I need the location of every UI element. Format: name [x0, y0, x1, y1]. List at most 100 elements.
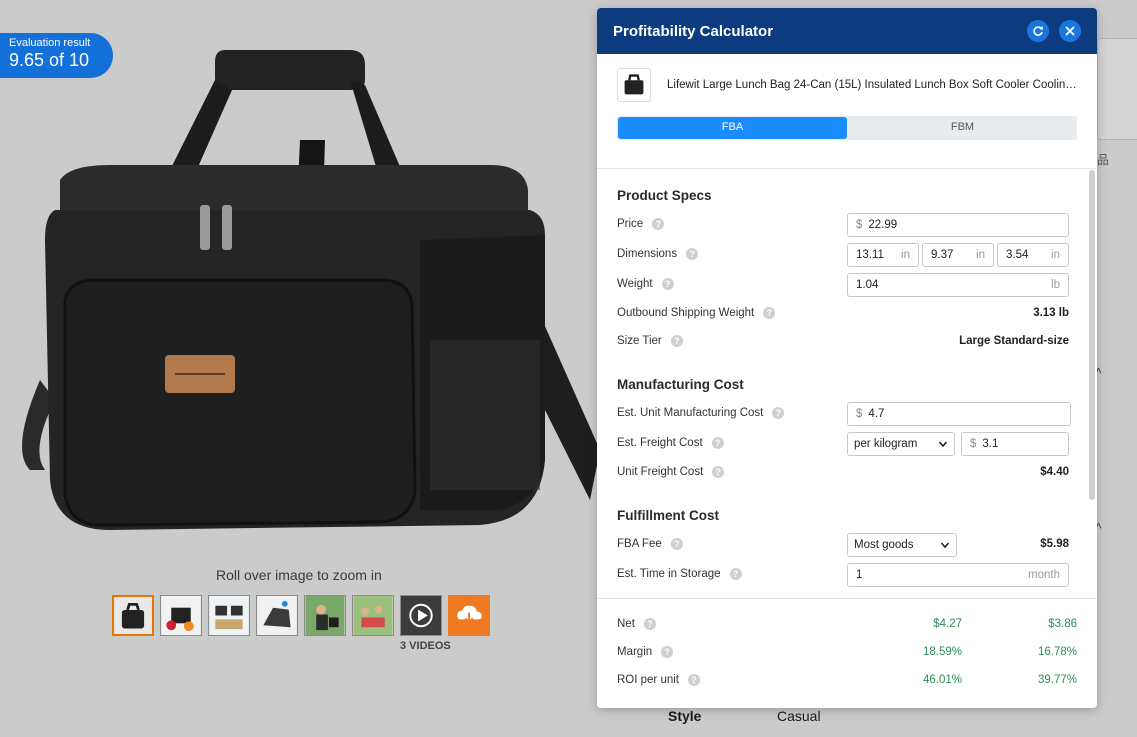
- upload-image-button[interactable]: [448, 595, 490, 636]
- section-title-manufacturing: Manufacturing Cost: [617, 377, 744, 392]
- fba-fee-label: FBA Fee ?: [617, 538, 683, 550]
- fba-fee-select[interactable]: Most goods: [847, 533, 957, 557]
- refresh-button[interactable]: [1027, 20, 1049, 42]
- help-icon[interactable]: ?: [772, 407, 785, 419]
- fba-fee-mode-value: Most goods: [854, 539, 914, 551]
- divider: [597, 168, 1097, 169]
- close-button[interactable]: [1059, 20, 1081, 42]
- outbound-weight-label: Outbound Shipping Weight ?: [617, 307, 776, 319]
- unit-freight-value: $4.40: [1040, 466, 1069, 478]
- margin-fbm-value: 16.78%: [1037, 646, 1077, 658]
- help-icon[interactable]: ?: [688, 674, 700, 686]
- background-side-box: [1097, 38, 1137, 140]
- thumbnail-2[interactable]: [160, 595, 202, 636]
- price-input[interactable]: $ 22.99: [847, 213, 1069, 237]
- calculator-header: Profitability Calculator: [597, 8, 1097, 54]
- storage-time-value: 1: [856, 569, 863, 581]
- net-fba-value: $4.27: [933, 618, 962, 630]
- dimension-height-input[interactable]: 3.54 in: [997, 243, 1069, 267]
- unit-cost-label-text: Est. Unit Manufacturing Cost: [617, 407, 764, 419]
- net-label: Net ?: [617, 618, 656, 630]
- results-summary: Net ? $4.27 $3.86 Margin ? 18.59% 16.78%…: [597, 598, 1097, 708]
- help-icon[interactable]: ?: [670, 538, 683, 550]
- storage-time-input[interactable]: 1 month: [847, 563, 1069, 587]
- product-main-image[interactable]: [0, 30, 600, 560]
- help-icon[interactable]: ?: [729, 568, 742, 580]
- thumbnail-5[interactable]: [304, 595, 346, 636]
- style-attribute-key: Style: [668, 708, 702, 724]
- currency-prefix: $: [856, 219, 863, 231]
- storage-time-label: Est. Time in Storage ?: [617, 568, 742, 580]
- tab-fbm[interactable]: FBM: [848, 116, 1077, 140]
- weight-unit: lb: [1051, 279, 1060, 291]
- freight-cost-input[interactable]: $ 3.1: [961, 432, 1069, 456]
- unit-cost-value: 4.7: [868, 408, 885, 420]
- section-title-product-specs: Product Specs: [617, 188, 712, 203]
- size-tier-value: Large Standard-size: [959, 335, 1069, 347]
- fulfillment-mode-tabs: FBA FBM: [617, 116, 1077, 140]
- refresh-icon: [1033, 26, 1043, 36]
- chevron-down-icon: [940, 542, 950, 549]
- section-title-fulfillment: Fulfillment Cost: [617, 508, 719, 523]
- storage-time-unit: month: [1028, 569, 1060, 581]
- help-icon[interactable]: ?: [670, 335, 683, 347]
- help-icon[interactable]: ?: [711, 437, 724, 449]
- dimensions-label: Dimensions ?: [617, 248, 699, 260]
- chevron-down-icon: [938, 441, 948, 448]
- help-icon[interactable]: ?: [652, 218, 665, 230]
- product-name: Lifewit Large Lunch Bag 24-Can (15L) Ins…: [667, 79, 1077, 91]
- zoom-hint: Roll over image to zoom in: [216, 567, 382, 583]
- freight-cost-label: Est. Freight Cost ?: [617, 437, 724, 449]
- thumbnail-3[interactable]: [208, 595, 250, 636]
- weight-input[interactable]: 1.04 lb: [847, 273, 1069, 297]
- unit-freight-label: Unit Freight Cost ?: [617, 466, 725, 478]
- fba-fee-value: $5.98: [1040, 538, 1069, 550]
- profitability-calculator-panel: Profitability Calculator Lifewit Large L…: [597, 8, 1097, 708]
- roi-label: ROI per unit ?: [617, 674, 700, 686]
- currency-prefix: $: [856, 408, 863, 420]
- help-icon[interactable]: ?: [661, 278, 674, 290]
- weight-label: Weight ?: [617, 278, 674, 290]
- fba-fee-label-text: FBA Fee: [617, 538, 662, 550]
- freight-cost-label-text: Est. Freight Cost: [617, 437, 703, 449]
- help-icon[interactable]: ?: [712, 466, 725, 478]
- outbound-weight-value: 3.13 lb: [1033, 307, 1069, 319]
- dimension-width-input[interactable]: 9.37 in: [922, 243, 994, 267]
- price-value: 22.99: [868, 219, 898, 231]
- thumbnail-video[interactable]: [400, 595, 442, 636]
- close-icon: [1065, 26, 1075, 36]
- price-label-text: Price: [617, 218, 644, 230]
- help-icon[interactable]: ?: [643, 618, 656, 630]
- videos-count-label[interactable]: 3 VIDEOS: [400, 640, 451, 652]
- product-summary: Lifewit Large Lunch Bag 24-Can (15L) Ins…: [597, 54, 1097, 116]
- net-fbm-value: $3.86: [1048, 618, 1077, 630]
- thumbnail-6[interactable]: [352, 595, 394, 636]
- thumbnail-1[interactable]: [112, 595, 154, 636]
- currency-prefix: $: [970, 438, 977, 450]
- help-icon[interactable]: ?: [661, 646, 674, 658]
- freight-mode-value: per kilogram: [854, 438, 918, 450]
- product-thumbnail: [617, 68, 651, 102]
- dimension-unit: in: [901, 249, 910, 261]
- form-scrollbar[interactable]: [1089, 170, 1095, 500]
- help-icon[interactable]: ?: [763, 307, 776, 319]
- weight-label-text: Weight: [617, 278, 653, 290]
- dimension-height-value: 3.54: [1006, 249, 1029, 261]
- unit-cost-input[interactable]: $ 4.7: [847, 402, 1071, 426]
- calculator-form: Product Specs Price ? $ 22.99 Dimensions…: [597, 170, 1091, 598]
- freight-mode-select[interactable]: per kilogram: [847, 432, 955, 456]
- outbound-weight-label-text: Outbound Shipping Weight: [617, 307, 755, 319]
- margin-label-text: Margin: [617, 646, 653, 658]
- dimension-length-input[interactable]: 13.11 in: [847, 243, 919, 267]
- dimension-unit: in: [976, 249, 985, 261]
- help-icon[interactable]: ?: [686, 248, 699, 260]
- tab-fba[interactable]: FBA: [618, 117, 847, 139]
- unit-cost-label: Est. Unit Manufacturing Cost ?: [617, 407, 785, 419]
- dimension-length-value: 13.11: [856, 249, 884, 261]
- dimensions-label-text: Dimensions: [617, 248, 678, 260]
- unit-freight-label-text: Unit Freight Cost: [617, 466, 704, 478]
- price-label: Price ?: [617, 218, 665, 230]
- roi-label-text: ROI per unit: [617, 674, 679, 686]
- thumbnail-4[interactable]: [256, 595, 298, 636]
- roi-fbm-value: 39.77%: [1037, 674, 1077, 686]
